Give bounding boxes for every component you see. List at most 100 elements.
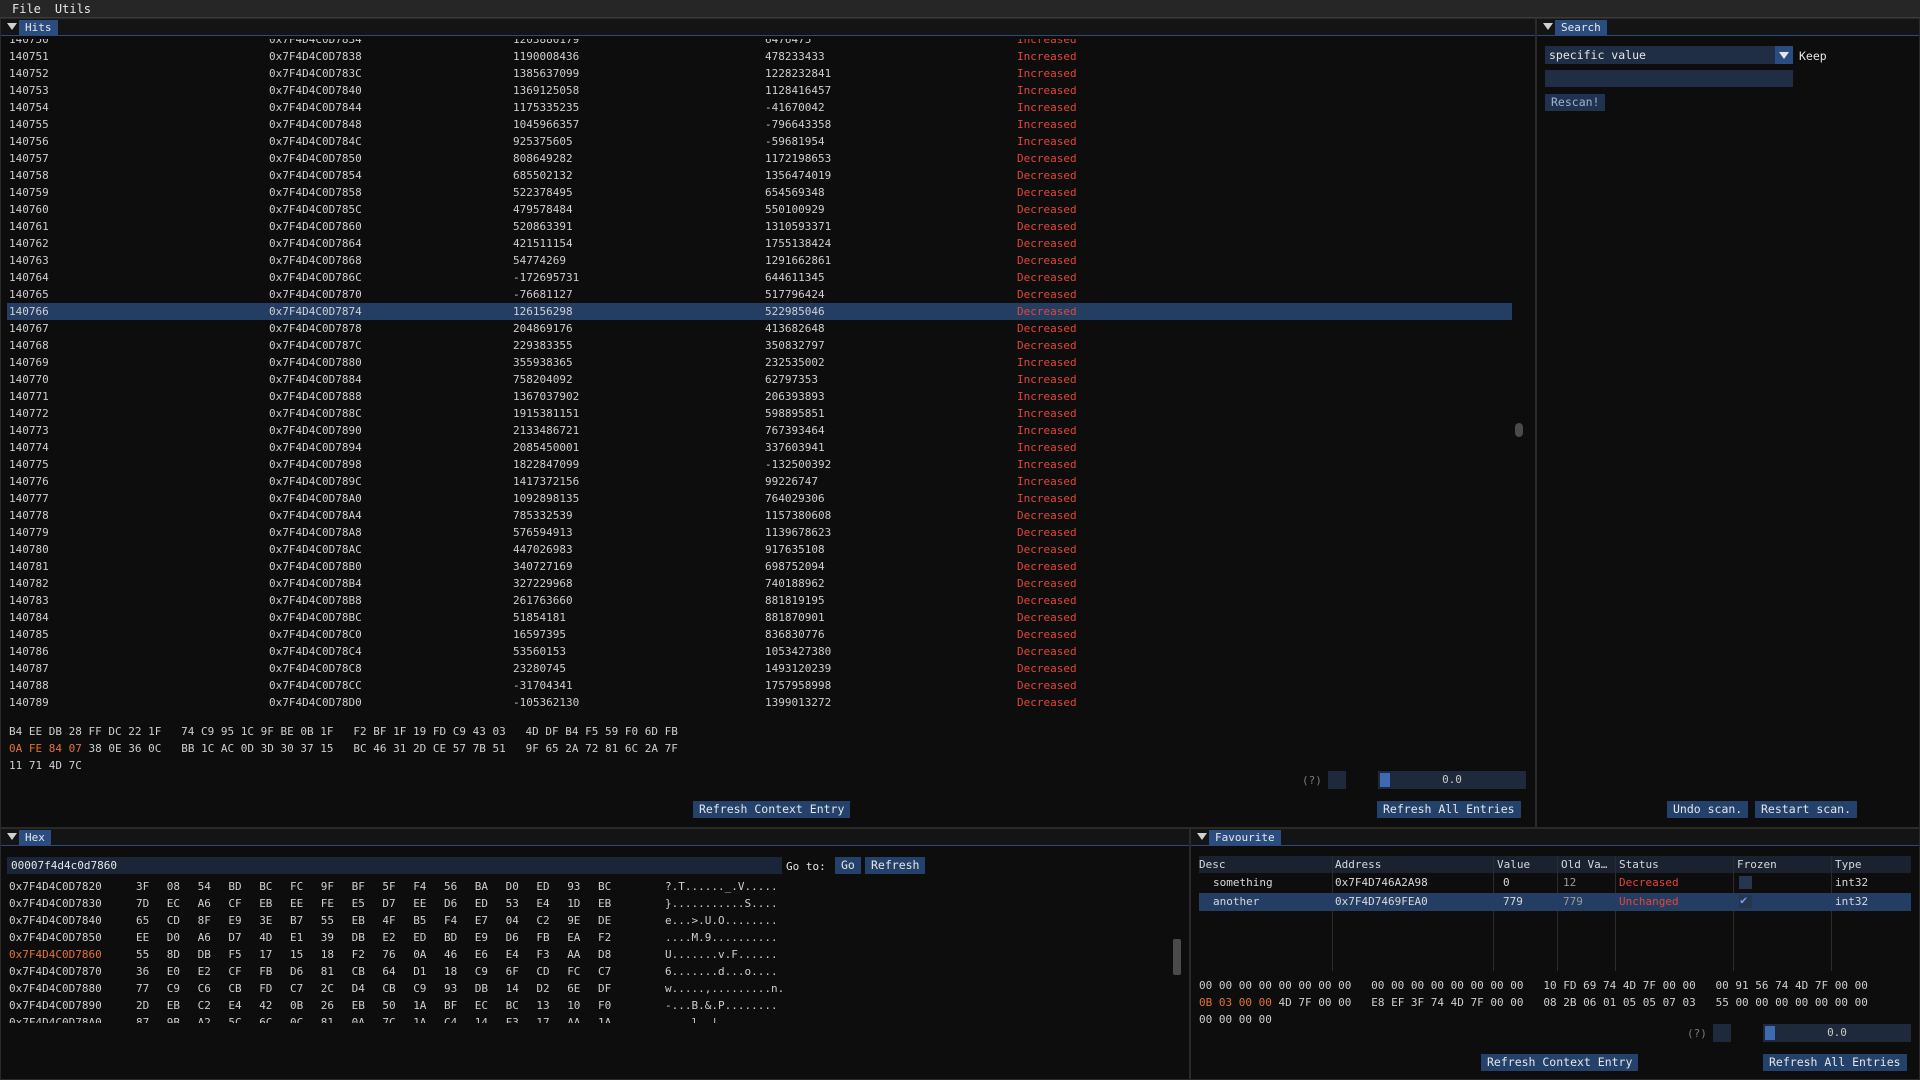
col-desc[interactable]: Desc [1199,856,1226,873]
favourite-slider[interactable]: 0.0 [1763,1024,1911,1042]
hex-byte[interactable]: D6 [290,963,303,980]
hex-address-input[interactable]: 00007f4d4c0d7860 [7,857,782,874]
hex-byte[interactable]: CB [352,963,365,980]
search-mode-select[interactable]: specific value [1545,46,1793,64]
hex-byte[interactable]: EC [475,997,488,1014]
col-status[interactable]: Status [1619,856,1659,873]
favourite-color-box[interactable] [1713,1024,1731,1042]
hex-byte[interactable]: EE [136,929,149,946]
hex-byte[interactable]: 9F [321,878,334,895]
hex-byte[interactable]: 7C [382,1014,395,1023]
hex-byte[interactable]: 93 [567,878,580,895]
hex-byte[interactable]: BD [444,929,457,946]
hex-byte[interactable]: DB [198,946,211,963]
hex-byte[interactable]: C9 [167,980,180,997]
hits-row[interactable]: 140783 0x7F4D4C0D78B8 261763660 881819195 De… [7,592,1512,609]
hex-byte[interactable]: 18 [444,963,457,980]
hex-byte[interactable]: 55 [321,912,334,929]
hex-byte[interactable]: FE [321,895,334,912]
hex-byte[interactable]: BF [352,878,365,895]
hex-byte[interactable]: E9 [228,912,241,929]
hex-byte[interactable]: 26 [321,997,334,1014]
hex-byte[interactable]: E6 [475,946,488,963]
hits-row-partial[interactable]: 140750 0x7F4D4C0D7834 1203880179 6476475… [7,39,1512,48]
hex-byte[interactable]: 6E [567,980,580,997]
hex-byte[interactable]: FD [259,980,272,997]
hex-byte[interactable]: DB [475,980,488,997]
rescan-button[interactable]: Rescan! [1545,94,1606,111]
hex-byte[interactable]: 13 [536,997,549,1014]
hex-byte[interactable]: BC [598,878,611,895]
hex-byte[interactable]: CB [228,980,241,997]
hex-byte[interactable]: 64 [382,963,395,980]
hex-byte[interactable]: 81 [321,963,334,980]
hex-byte[interactable]: ED [536,878,549,895]
hex-byte[interactable]: 54 [198,878,211,895]
hits-slider[interactable]: 0.0 [1378,771,1526,789]
hex-byte[interactable]: F4 [413,878,426,895]
hex-row-address[interactable]: 0x7F4D4C0D7840 [9,912,102,929]
hex-byte[interactable]: 36 [136,963,149,980]
hex-byte[interactable]: 77 [136,980,149,997]
hex-byte[interactable]: D7 [228,929,241,946]
hex-byte[interactable]: CF [228,963,241,980]
hex-byte[interactable]: 8D [167,946,180,963]
hex-byte[interactable]: CB [382,980,395,997]
hex-byte[interactable]: BC [259,878,272,895]
hex-byte[interactable]: 87 [136,1014,149,1023]
hex-byte[interactable]: EB [352,912,365,929]
hex-byte[interactable]: AA [567,1014,580,1023]
hex-byte[interactable]: 0A [413,946,426,963]
hex-byte[interactable]: F4 [444,912,457,929]
hex-byte[interactable]: 6C [259,1014,272,1023]
hex-byte[interactable]: 17 [536,1014,549,1023]
col-frozen[interactable]: Frozen [1737,856,1777,873]
favourite-row[interactable]: another 0x7F4D7469FEA0 779 779 Unchanged int3… [1199,893,1911,911]
hex-byte[interactable]: BC [506,997,519,1014]
hex-row-address[interactable]: 0x7F4D4C0D7850 [9,929,102,946]
hex-byte[interactable]: D4 [352,980,365,997]
hex-byte[interactable]: C4 [444,1014,457,1023]
hex-byte[interactable]: 15 [290,946,303,963]
hex-byte[interactable]: FB [259,963,272,980]
hex-byte[interactable]: EB [598,895,611,912]
hex-byte[interactable]: AA [567,946,580,963]
hits-row[interactable]: 140782 0x7F4D4C0D78B4 327229968 740188962 De… [7,575,1512,592]
hits-row[interactable]: 140759 0x7F4D4C0D7858 522378495 654569348 De… [7,184,1512,201]
favourite-refresh-all-button[interactable]: Refresh All Entries [1763,1054,1907,1071]
hex-byte[interactable]: 46 [444,946,457,963]
dropdown-arrow-icon[interactable] [1775,46,1793,64]
hex-byte[interactable]: E4 [536,895,549,912]
hex-byte[interactable]: 14 [506,980,519,997]
hits-row[interactable]: 140788 0x7F4D4C0D78CC -31704341 1757958998 D… [7,677,1512,694]
hex-byte[interactable]: CD [536,963,549,980]
hex-row-address[interactable]: 0x7F4D4C0D7860 [9,946,102,963]
hex-byte[interactable]: 5C [228,1014,241,1023]
hex-byte[interactable]: E5 [352,895,365,912]
hex-byte[interactable]: 10 [567,997,580,1014]
hex-row-address[interactable]: 0x7F4D4C0D7890 [9,997,102,1014]
hex-byte[interactable]: 1D [567,895,580,912]
hex-byte[interactable]: 04 [506,912,519,929]
hex-row-address[interactable]: 0x7F4D4C0D7830 [9,895,102,912]
hex-byte[interactable]: C9 [413,980,426,997]
hits-row[interactable]: 140786 0x7F4D4C0D78C4 53560153 1053427380 De… [7,643,1512,660]
hits-row[interactable]: 140779 0x7F4D4C0D78A8 576594913 1139678623 D… [7,524,1512,541]
hex-byte[interactable]: DF [598,980,611,997]
hex-byte[interactable]: F3 [506,1014,519,1023]
col-address[interactable]: Address [1335,856,1381,873]
menu-file[interactable]: File [12,2,41,16]
hex-byte[interactable]: BF [444,997,457,1014]
hex-byte[interactable]: EB [167,997,180,1014]
hits-row[interactable]: 140780 0x7F4D4C0D78AC 447026983 917635108 De… [7,541,1512,558]
search-value-input[interactable] [1545,70,1793,87]
hex-byte[interactable]: EE [413,895,426,912]
hex-byte[interactable]: E1 [290,929,303,946]
hex-byte[interactable]: EB [259,895,272,912]
hex-byte[interactable]: 81 [321,1014,334,1023]
hex-byte[interactable]: 3E [259,912,272,929]
hex-byte[interactable]: F5 [228,946,241,963]
hex-byte[interactable]: 42 [259,997,272,1014]
hex-byte[interactable]: FC [290,878,303,895]
hits-row[interactable]: 140770 0x7F4D4C0D7884 758204092 62797353 Inc… [7,371,1512,388]
